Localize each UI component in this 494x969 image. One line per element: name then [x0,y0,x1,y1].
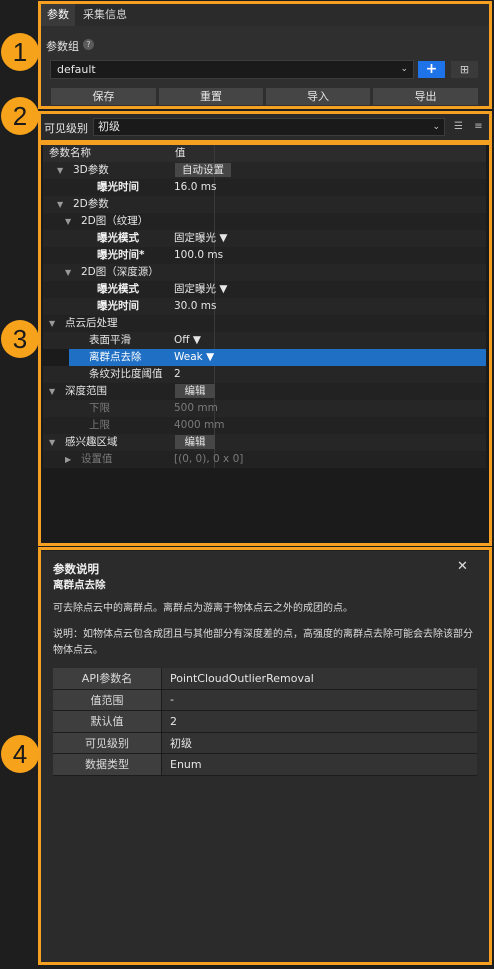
highlight-frame-4 [38,547,492,965]
callout-badge-2: 2 [1,97,39,135]
callout-badge-3: 3 [1,320,39,358]
callout-badge-4: 4 [1,735,39,773]
highlight-frame-2 [38,111,492,143]
highlight-frame-1 [38,1,492,109]
highlight-frame-3 [38,142,492,546]
callout-badge-1: 1 [1,33,39,71]
